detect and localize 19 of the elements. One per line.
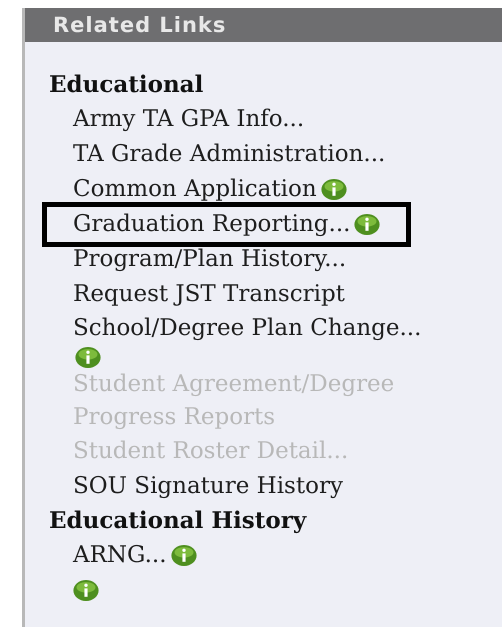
- link[interactable]: Army TA GPA Info...: [73, 103, 304, 136]
- panel-title: Related Links: [53, 13, 226, 37]
- info-icon[interactable]: [73, 580, 99, 601]
- link[interactable]: Common Application: [73, 173, 317, 206]
- link[interactable]: SOU Signature History: [73, 470, 343, 503]
- link[interactable]: ARNG...: [73, 539, 167, 572]
- link[interactable]: TA Grade Administration...: [73, 138, 386, 171]
- link[interactable]: Program/Plan History...: [73, 243, 346, 276]
- info-icon[interactable]: [354, 214, 380, 235]
- link: Student Agreement/Degree Progress Reports: [73, 370, 396, 432]
- link[interactable]: School/Degree Plan Change...: [73, 312, 422, 345]
- link[interactable]: Graduation Reporting...: [73, 208, 350, 241]
- link[interactable]: Request JST Transcript: [73, 278, 345, 311]
- link: Student Roster Detail...: [73, 437, 348, 466]
- section-heading: Educational History: [49, 506, 308, 536]
- info-icon[interactable]: [75, 347, 101, 368]
- info-icon[interactable]: [320, 179, 347, 200]
- info-icon[interactable]: [170, 545, 197, 566]
- section-heading: Educational: [49, 70, 204, 100]
